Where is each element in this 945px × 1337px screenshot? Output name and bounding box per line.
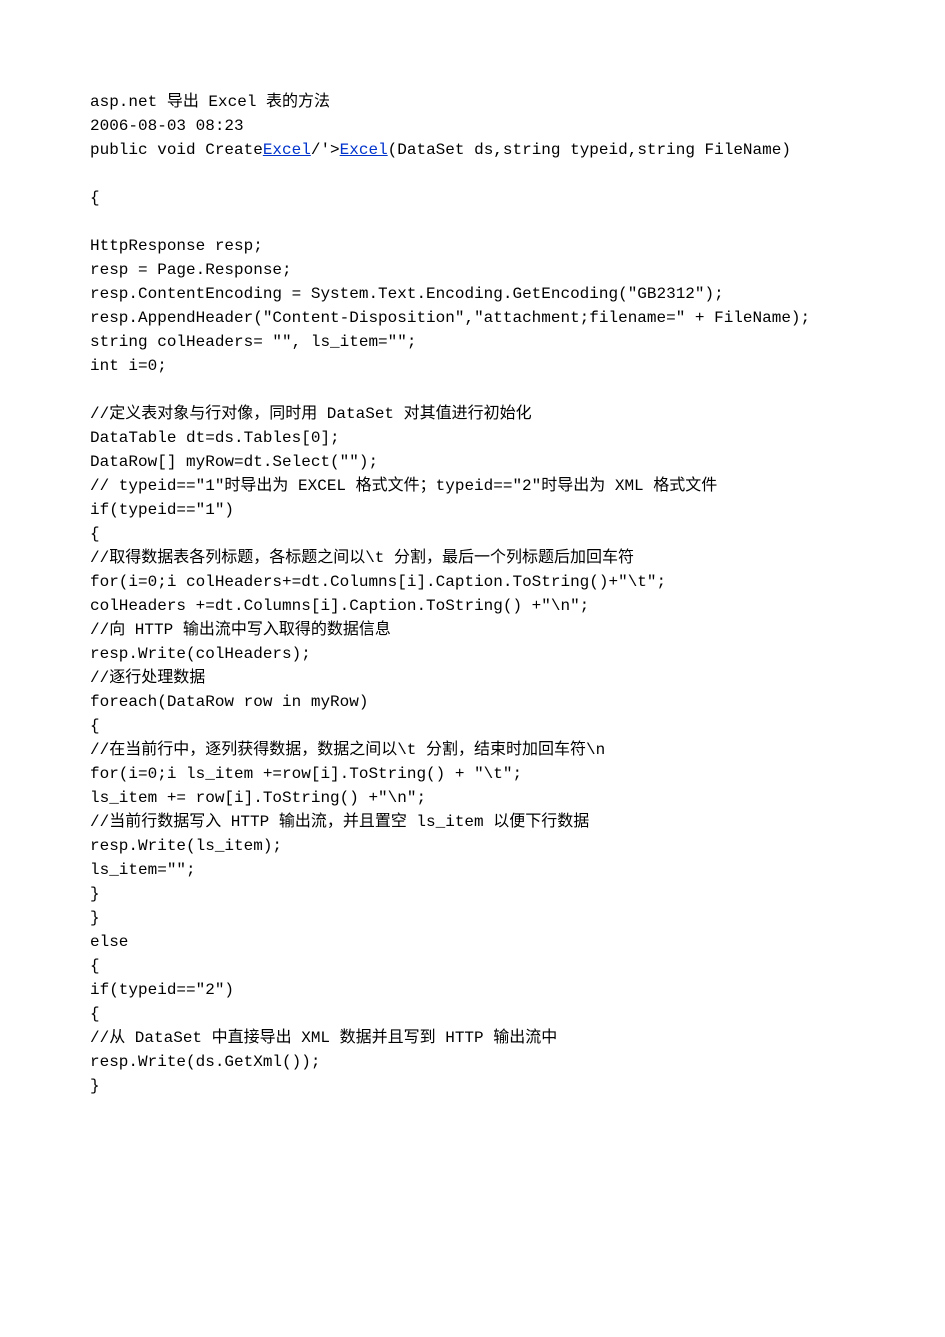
code-line: { bbox=[90, 957, 100, 975]
code-comment: //逐行处理数据 bbox=[90, 669, 205, 687]
code-line: { bbox=[90, 1005, 100, 1023]
code-line: } bbox=[90, 885, 100, 903]
excel-link-2[interactable]: Excel bbox=[340, 141, 388, 159]
code-line: if(typeid=="1") bbox=[90, 501, 234, 519]
code-line: ls_item += row[i].ToString() +"\n"; bbox=[90, 789, 426, 807]
code-line: foreach(DataRow row in myRow) bbox=[90, 693, 368, 711]
code-comment: //定义表对象与行对像，同时用 DataSet 对其值进行初始化 bbox=[90, 405, 532, 423]
code-line: } bbox=[90, 909, 100, 927]
code-line: } bbox=[90, 1077, 100, 1095]
code-line: for(i=0;i colHeaders+=dt.Columns[i].Capt… bbox=[90, 573, 666, 591]
code-comment: //取得数据表各列标题，各标题之间以\t 分割，最后一个列标题后加回车符 bbox=[90, 549, 634, 567]
code-line: resp.AppendHeader("Content-Disposition",… bbox=[90, 309, 810, 327]
code-line: HttpResponse resp; bbox=[90, 237, 263, 255]
code-line: string colHeaders= "", ls_item=""; bbox=[90, 333, 416, 351]
code-line: resp = Page.Response; bbox=[90, 261, 292, 279]
title-line: asp.net 导出 Excel 表的方法 bbox=[90, 93, 330, 111]
code-line: ls_item=""; bbox=[90, 861, 196, 879]
code-line: if(typeid=="2") bbox=[90, 981, 234, 999]
code-line: resp.Write(ls_item); bbox=[90, 837, 282, 855]
code-line: resp.Write(ds.GetXml()); bbox=[90, 1053, 320, 1071]
code-line: int i=0; bbox=[90, 357, 167, 375]
code-comment: //在当前行中，逐列获得数据，数据之间以\t 分割，结束时加回车符\n bbox=[90, 741, 605, 759]
code-comment: //当前行数据写入 HTTP 输出流，并且置空 ls_item 以便下行数据 bbox=[90, 813, 589, 831]
code-line: for(i=0;i ls_item +=row[i].ToString() + … bbox=[90, 765, 522, 783]
code-line: { bbox=[90, 717, 100, 735]
code-comment: //从 DataSet 中直接导出 XML 数据并且写到 HTTP 输出流中 bbox=[90, 1029, 557, 1047]
method-sig-pre: public void Create bbox=[90, 141, 263, 159]
code-line: resp.ContentEncoding = System.Text.Encod… bbox=[90, 285, 724, 303]
code-line: DataTable dt=ds.Tables[0]; bbox=[90, 429, 340, 447]
excel-link-1[interactable]: Excel bbox=[263, 141, 311, 159]
code-line: { bbox=[90, 189, 100, 207]
code-line: resp.Write(colHeaders); bbox=[90, 645, 311, 663]
code-line: DataRow[] myRow=dt.Select(""); bbox=[90, 453, 378, 471]
method-sig-post: (DataSet ds,string typeid,string FileNam… bbox=[388, 141, 791, 159]
document-page: asp.net 导出 Excel 表的方法 2006-08-03 08:23 p… bbox=[0, 0, 945, 1337]
code-line: { bbox=[90, 525, 100, 543]
timestamp: 2006-08-03 08:23 bbox=[90, 117, 244, 135]
code-comment: // typeid=="1"时导出为 EXCEL 格式文件；typeid=="2… bbox=[90, 477, 717, 495]
method-sig-mid: /'> bbox=[311, 141, 340, 159]
code-comment: //向 HTTP 输出流中写入取得的数据信息 bbox=[90, 621, 391, 639]
code-line: else bbox=[90, 933, 128, 951]
code-line: colHeaders +=dt.Columns[i].Caption.ToStr… bbox=[90, 597, 589, 615]
